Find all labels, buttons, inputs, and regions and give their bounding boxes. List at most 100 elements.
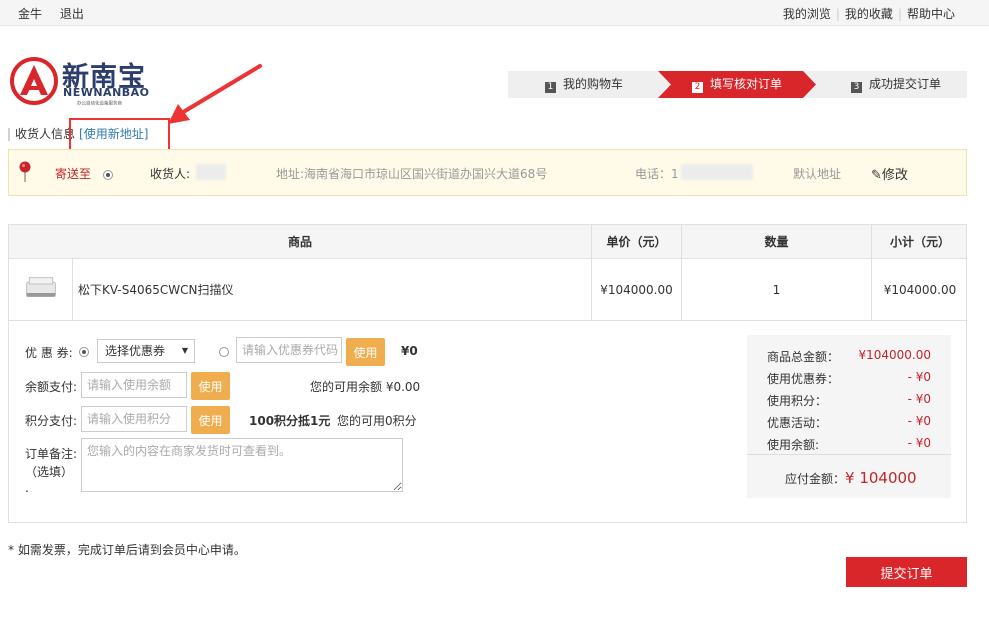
summary-balance: 使用余额: - ¥0 — [767, 436, 931, 453]
points-rate: 100积分抵1元 — [249, 414, 331, 428]
receiver-phone: 电话：1 — [635, 167, 679, 181]
balance-input[interactable] — [81, 372, 187, 398]
divider: | — [835, 7, 840, 21]
address-radio[interactable] — [103, 167, 113, 181]
summary-label: 优惠活动： — [767, 416, 828, 430]
remark-label: 订单备注: — [25, 447, 78, 461]
table-header: 商品 单价（元） 数量 小计（元） — [9, 225, 966, 259]
step-number: 2 — [692, 82, 703, 93]
submit-order-button[interactable]: 提交订单 — [846, 557, 967, 587]
payment-panel: 优 惠 券: 选择优惠券 ▼ 使用 ¥0 余额支付: 使用 您的可用余额 ¥0.… — [8, 319, 967, 523]
balance-label: 余额支付: — [25, 380, 78, 394]
summary-divider — [747, 454, 951, 455]
step-confirm-order: 2 填写核对订单 — [692, 71, 782, 98]
top-bar-right: 我的浏览 | 我的收藏 | 帮助中心 — [783, 5, 955, 22]
product-quantity: 1 — [681, 259, 871, 320]
blurred-name — [196, 164, 226, 180]
product-name-link[interactable]: 松下KV-S4065CWCN扫描仪 — [78, 259, 478, 320]
summary-value: - ¥0 — [907, 392, 931, 406]
receiver-title: 收货人信息 — [15, 127, 76, 141]
annotation-highlight-box — [69, 118, 170, 151]
product-subtotal: ¥104000.00 — [871, 259, 968, 320]
summary-points: 使用积分： - ¥0 — [767, 392, 931, 409]
summary-label: 商品总金额： — [767, 350, 840, 364]
header-unit-price: 单价（元） — [591, 225, 681, 258]
caret-down-icon: ▼ — [181, 346, 188, 355]
radio-dot — [79, 346, 89, 357]
coupon-code-radio[interactable] — [219, 344, 229, 358]
step-label: 我的购物车 — [563, 77, 624, 91]
use-balance-button[interactable]: 使用 — [191, 372, 230, 400]
logout-link[interactable]: 退出 — [60, 7, 84, 21]
summary-promotion: 优惠活动： - ¥0 — [767, 414, 931, 431]
order-remark-textarea[interactable] — [81, 438, 403, 492]
blurred-phone — [681, 164, 753, 180]
coupon-label: 优 惠 券: — [25, 346, 73, 360]
logo-mark-icon — [10, 57, 58, 105]
summary-label: 使用积分： — [767, 394, 828, 408]
amount-payable: 应付金额：¥ 104000 — [785, 469, 917, 487]
help-center-link[interactable]: 帮助中心 — [907, 7, 955, 21]
logo-english-name: NEWNANBAO — [63, 86, 150, 99]
step-label: 填写核对订单 — [710, 77, 783, 91]
coupon-code-input[interactable] — [236, 337, 342, 363]
receiver-name: 收货人: — [150, 167, 191, 181]
site-logo[interactable]: 新南宝 NEWNANBAO 办公自动化设备服务商 — [10, 55, 160, 107]
edit-address-button[interactable]: ✎修改 — [871, 164, 908, 183]
username-link[interactable]: 金牛 — [18, 7, 42, 21]
step-number: 3 — [851, 82, 862, 93]
summary-label: 使用优惠券： — [767, 372, 840, 386]
balance-available: 您的可用余额 ¥0.00 — [310, 380, 421, 394]
remark-optional-label: （选填） — [25, 465, 74, 479]
coupon-select[interactable]: 选择优惠券 ▼ — [97, 339, 195, 363]
summary-label: 使用余额: — [767, 438, 820, 452]
checkout-steps: 1 我的购物车 2 填写核对订单 3 成功提交订单 — [508, 71, 967, 98]
top-bar-left: 金牛 退出 — [18, 5, 98, 22]
step-label: 成功提交订单 — [869, 77, 942, 91]
logo-tagline: 办公自动化设备服务商 — [77, 100, 123, 107]
order-summary: 商品总金额： ¥104000.00 使用优惠券： - ¥0 使用积分： - ¥0 优惠… — [747, 335, 951, 498]
step-submit-success: 3 成功提交订单 — [851, 71, 941, 98]
radio-dot — [103, 169, 113, 180]
summary-coupon: 使用优惠券： - ¥0 — [767, 370, 931, 387]
use-coupon-button[interactable]: 使用 — [346, 338, 385, 366]
header-goods: 商品 — [287, 235, 312, 249]
use-points-button[interactable]: 使用 — [191, 406, 230, 434]
total-value: ¥ 104000 — [845, 469, 917, 487]
points-available: 您的可用0积分 — [337, 414, 417, 428]
summary-value: - ¥0 — [907, 436, 931, 450]
ship-to-label: 寄送至 — [55, 167, 92, 181]
edit-icon: ✎ — [871, 168, 882, 183]
radio-dot — [219, 346, 229, 357]
step-cart: 1 我的购物车 — [545, 71, 623, 98]
scanner-icon — [25, 277, 56, 298]
table-row: 松下KV-S4065CWCN扫描仪 ¥104000.00 1 ¥104000.0… — [9, 259, 966, 321]
coupon-select-radio[interactable] — [79, 344, 89, 358]
address-row[interactable]: 寄送至 收货人: 地址:海南省海口市琼山区国兴街道办国兴大道68号 电话：1 默… — [8, 149, 967, 196]
header-subtotal: 小计（元） — [871, 225, 968, 258]
coupon-amount: ¥0 — [401, 344, 418, 358]
default-address-label: 默认地址 — [793, 167, 842, 181]
summary-value: ¥104000.00 — [858, 348, 931, 362]
step-number: 1 — [545, 82, 556, 93]
top-bar: 金牛 退出 我的浏览 | 我的收藏 | 帮助中心 — [0, 0, 989, 26]
total-label: 应付金额： — [785, 472, 846, 486]
order-items-table: 商品 单价（元） 数量 小计（元） 松下KV-S4065CWCN扫描仪 ¥104… — [8, 224, 967, 321]
remark-dot: . — [25, 481, 29, 495]
points-input[interactable] — [81, 406, 187, 432]
divider: | — [897, 7, 902, 21]
edit-label: 修改 — [881, 168, 908, 183]
points-label: 积分支付: — [25, 414, 78, 428]
my-browsing-link[interactable]: 我的浏览 — [783, 7, 831, 21]
product-thumbnail[interactable] — [9, 259, 73, 320]
map-pin-icon — [19, 161, 31, 182]
receiver-address: 地址:海南省海口市琼山区国兴街道办国兴大道68号 — [276, 167, 548, 181]
invoice-note: * 如需发票，完成订单后请到会员中心申请。 — [8, 543, 246, 557]
summary-value: - ¥0 — [907, 370, 931, 384]
summary-value: - ¥0 — [907, 414, 931, 428]
header-quantity: 数量 — [681, 225, 871, 258]
my-favorites-link[interactable]: 我的收藏 — [845, 7, 893, 21]
product-unit-price: ¥104000.00 — [591, 259, 681, 320]
summary-goods-total: 商品总金额： ¥104000.00 — [767, 348, 931, 365]
coupon-select-value: 选择优惠券 — [105, 344, 166, 358]
